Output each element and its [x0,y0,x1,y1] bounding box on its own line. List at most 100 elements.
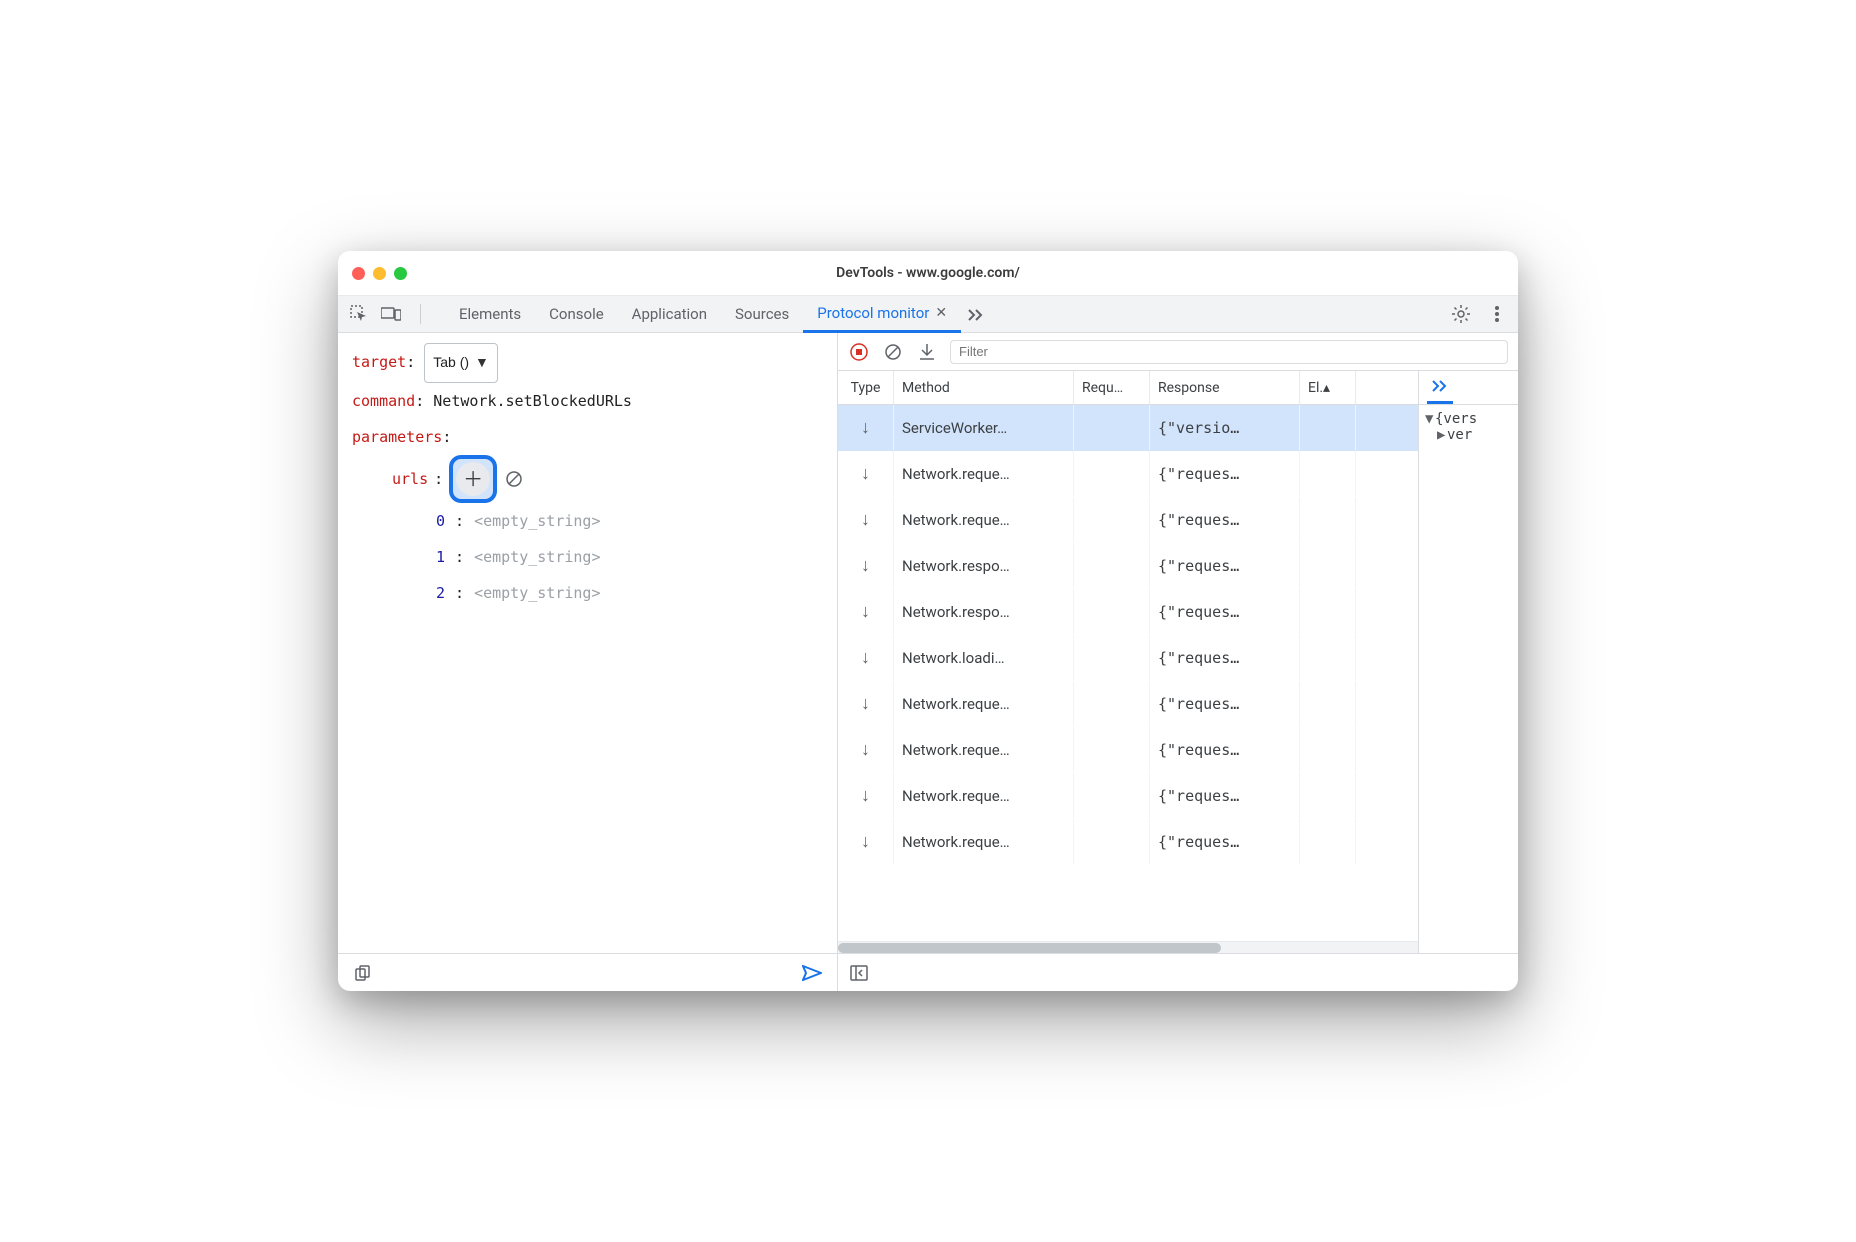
arrow-down-icon: ↓ [861,739,870,760]
close-tab-icon[interactable]: ✕ [935,305,947,321]
response-cell: {"reques… [1150,543,1300,588]
log-toolbar [838,333,1518,371]
traffic-lights [352,267,407,280]
tab-sources[interactable]: Sources [721,295,803,333]
record-button[interactable] [848,341,870,363]
arrow-down-icon: ↓ [861,831,870,852]
type-cell: ↓ [838,773,894,818]
panel-tabs: Elements Console Application Sources Pro… [445,295,987,333]
table-row[interactable]: ↓Network.loadi…{"reques… [838,635,1418,681]
command-value[interactable]: Network.setBlockedURLs [433,392,632,410]
type-cell: ↓ [838,405,894,450]
inspect-icon[interactable] [348,303,370,325]
response-cell: {"reques… [1150,819,1300,864]
url-item-0[interactable]: 0 : <empty_string> [352,503,823,539]
table-row[interactable]: ↓Network.respo…{"reques… [838,589,1418,635]
filter-input[interactable] [950,340,1508,364]
toolbar-divider [420,304,421,324]
maximize-window-button[interactable] [394,267,407,280]
request-cell [1074,727,1150,772]
table-row[interactable]: ↓ Network.reque… {"reques… [838,819,1418,865]
titlebar: DevTools - www.google.com/ [338,251,1518,295]
response-cell: {"reques… [1150,727,1300,772]
table-row[interactable]: ↓Network.reque…{"reques… [838,451,1418,497]
elapsed-cell [1300,635,1356,680]
table-row[interactable]: ↓Network.reque…{"reques… [838,681,1418,727]
col-type[interactable]: Type [838,371,894,404]
tab-elements[interactable]: Elements [445,295,535,333]
type-cell: ↓ [838,497,894,542]
elapsed-cell [1300,405,1356,450]
method-cell: Network.reque… [894,681,1074,726]
arrow-down-icon: ↓ [861,417,870,438]
kebab-menu-icon[interactable] [1486,303,1508,325]
table-header: Type Method Requ… Response El.▴ [838,371,1418,405]
command-label: command [352,392,415,410]
url-item-1[interactable]: 1 : <empty_string> [352,539,823,575]
send-command-button[interactable] [801,962,823,984]
col-elapsed[interactable]: El.▴ [1300,371,1356,404]
arrow-down-icon: ↓ [861,693,870,714]
add-url-button[interactable]: ＋ [456,462,490,496]
toggle-sidebar-icon[interactable] [848,962,870,984]
request-cell [1074,451,1150,496]
detail-body[interactable]: ▼{vers ▶ver [1419,405,1518,449]
method-cell: Network.reque… [894,727,1074,772]
settings-icon[interactable] [1450,303,1472,325]
table-row[interactable]: ↓ ServiceWorker… {"versio… [838,405,1418,451]
content-area: target: Tab () ▼ command: Network.setBlo… [338,333,1518,991]
devtools-window: DevTools - www.google.com/ Elements Cons… [338,251,1518,991]
response-cell: {"versio… [1150,405,1300,450]
device-toggle-icon[interactable] [380,303,402,325]
method-cell: Network.reque… [894,497,1074,542]
add-item-highlight: ＋ [449,455,497,503]
table-body[interactable]: ↓ServiceWorker…{"versio…↓Network.reque…{… [838,405,1418,941]
elapsed-cell [1300,727,1356,772]
command-editor: target: Tab () ▼ command: Network.setBlo… [338,333,837,953]
target-label: target [352,353,406,371]
table-row[interactable]: ↓Network.reque…{"reques… [838,497,1418,543]
response-cell: {"reques… [1150,635,1300,680]
method-cell: Network.reque… [894,819,1074,864]
urls-label: urls [392,461,428,497]
elapsed-cell [1300,451,1356,496]
minimize-window-button[interactable] [373,267,386,280]
col-response[interactable]: Response [1150,371,1300,404]
col-method[interactable]: Method [894,371,1074,404]
window-title: DevTools - www.google.com/ [338,265,1518,281]
elapsed-cell [1300,681,1356,726]
elapsed-cell [1300,819,1356,864]
method-cell: ServiceWorker… [894,405,1074,450]
horizontal-scrollbar[interactable] [838,941,1418,953]
detail-more-icon[interactable] [1427,371,1453,404]
clear-urls-button[interactable] [503,468,525,490]
tab-console[interactable]: Console [535,295,618,333]
table-row[interactable]: ↓Network.reque…{"reques… [838,773,1418,819]
more-tabs-icon[interactable] [965,303,987,325]
download-icon[interactable] [916,341,938,363]
clear-log-button[interactable] [882,341,904,363]
method-cell: Network.reque… [894,773,1074,818]
log-body: Type Method Requ… Response El.▴ ↓ Service… [838,371,1518,953]
col-request[interactable]: Requ… [1074,371,1150,404]
request-cell [1074,405,1150,450]
arrow-down-icon: ↓ [861,509,870,530]
request-cell [1074,497,1150,542]
type-cell: ↓ [838,635,894,680]
elapsed-cell [1300,497,1356,542]
protocol-log-pane: Type Method Requ… Response El.▴ ↓ Service… [838,333,1518,991]
target-select[interactable]: Tab () ▼ [424,343,498,383]
tab-protocol-monitor[interactable]: Protocol monitor ✕ [803,295,961,333]
tab-application[interactable]: Application [618,295,721,333]
response-detail-panel: ▼{vers ▶ver [1418,371,1518,953]
scrollbar-thumb[interactable] [838,943,1221,953]
type-cell: ↓ [838,589,894,634]
table-row[interactable]: ↓Network.respo…{"reques… [838,543,1418,589]
close-window-button[interactable] [352,267,365,280]
arrow-down-icon: ↓ [861,785,870,806]
url-item-2[interactable]: 2 : <empty_string> [352,575,823,611]
method-cell: Network.reque… [894,451,1074,496]
detail-tabs [1419,371,1518,405]
copy-icon[interactable] [352,962,374,984]
table-row[interactable]: ↓ Network.reque… {"reques… [838,727,1418,773]
